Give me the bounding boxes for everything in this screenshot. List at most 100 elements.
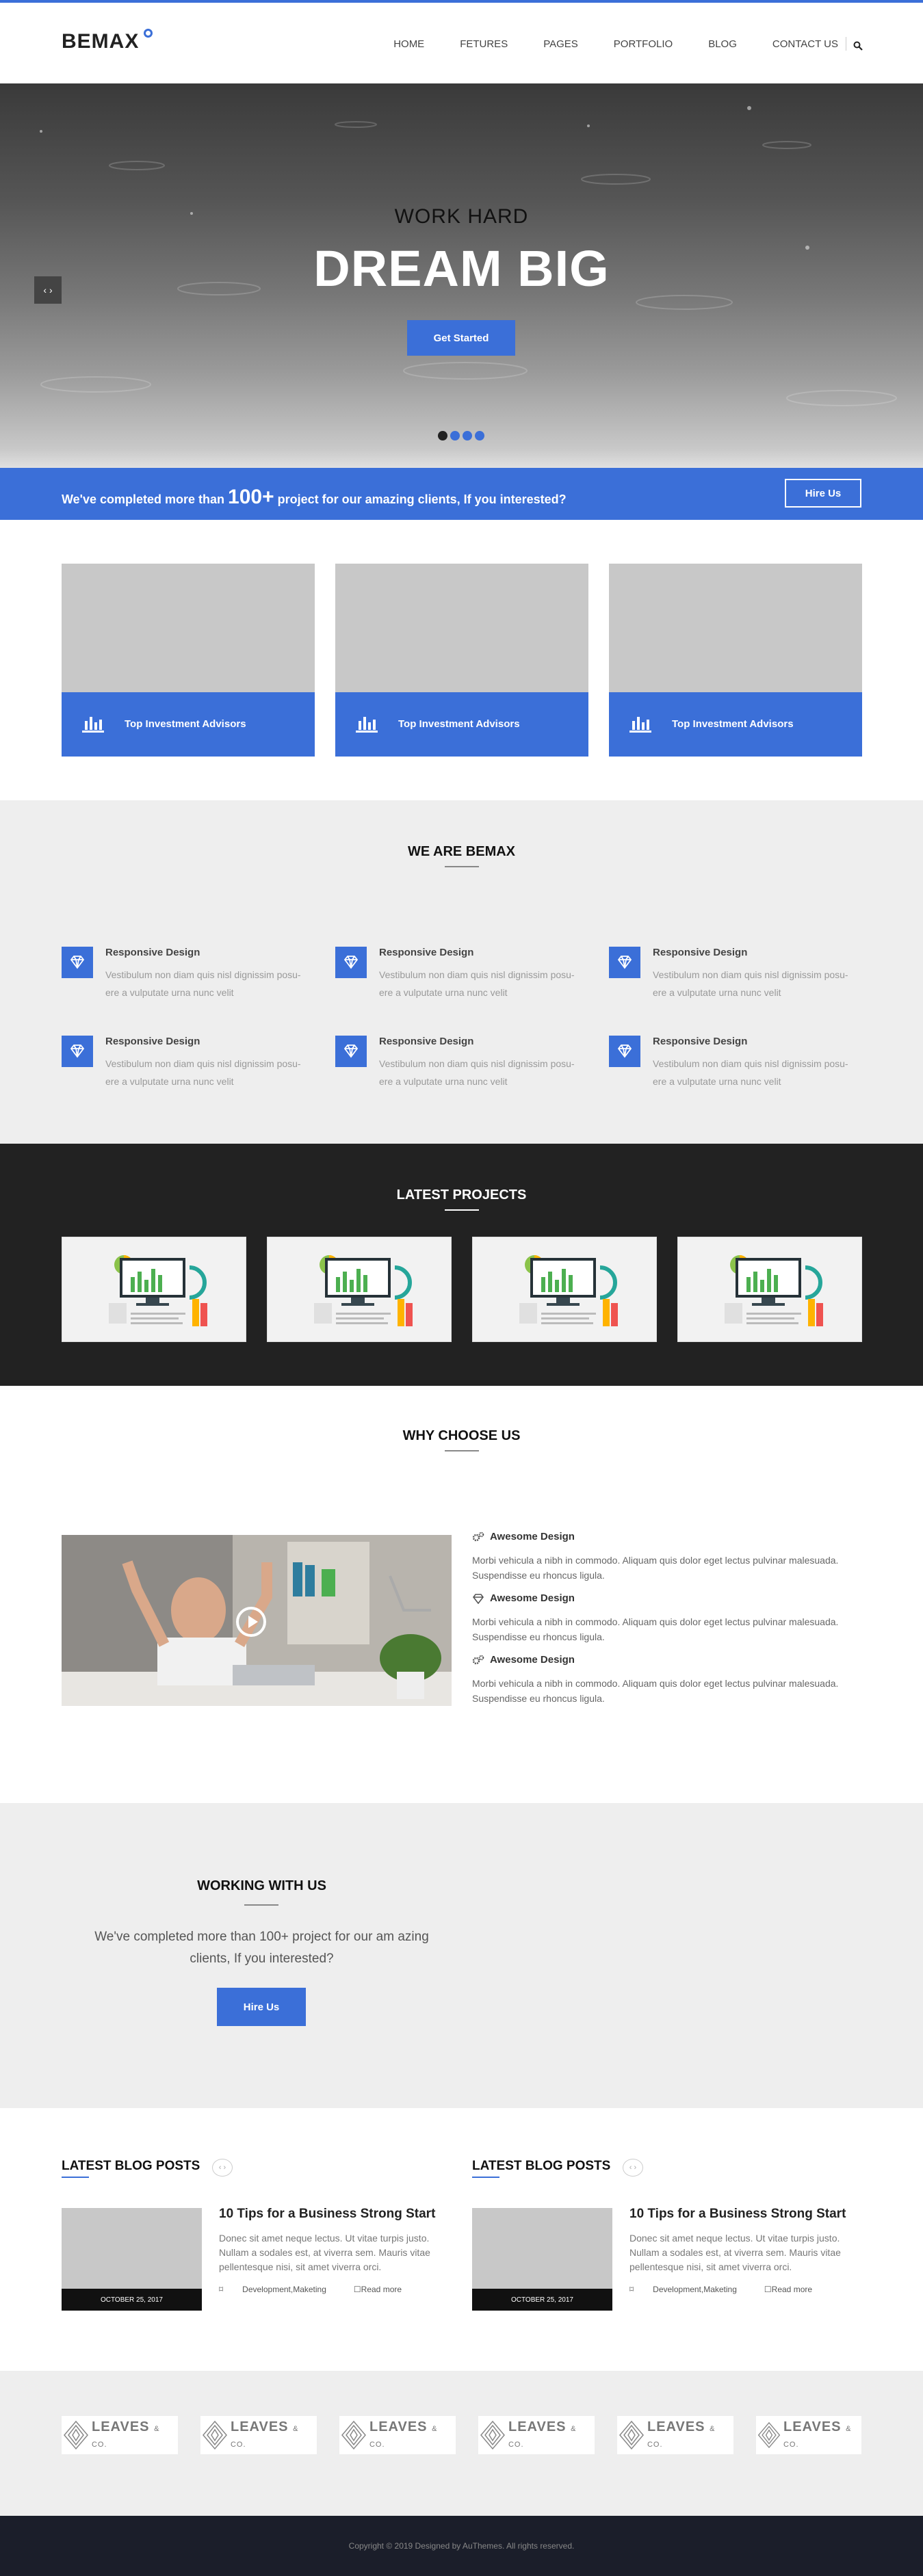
why-item-title: Awesome Design xyxy=(490,1592,575,1604)
why-choose-us-section: WHY CHOOSE US Awesome Design Morbi vehic… xyxy=(0,1386,923,1803)
read-more-link[interactable]: Read more xyxy=(361,2285,402,2294)
feature-text: Vestibulum non diam quis nisl dignissim … xyxy=(653,1058,848,1087)
slider-dot-1[interactable] xyxy=(438,431,447,441)
feature-text: Vestibulum non diam quis nisl dignissim … xyxy=(653,969,848,998)
feature-title: Responsive Design xyxy=(105,947,200,958)
post-meta: ⌑ Development,Maketing ☐Read more xyxy=(629,2285,831,2294)
post-title[interactable]: 10 Tips for a Business Strong Start xyxy=(629,2207,846,2222)
slider-dot-2[interactable] xyxy=(450,431,460,441)
heading-underline xyxy=(62,2177,89,2178)
why-item-text: Morbi vehicula a nibh in commodo. Aliqua… xyxy=(472,1616,839,1642)
leaves-logo-icon xyxy=(619,2420,644,2450)
nav-features[interactable]: FETURES xyxy=(460,38,508,50)
blog-column: LATEST BLOG POSTS ‹ › OCTOBER 25, 2017 1… xyxy=(472,2159,862,2323)
play-icon[interactable] xyxy=(236,1607,266,1637)
why-item: Awesome Design Morbi vehicula a nibh in … xyxy=(472,1592,862,1644)
project-illustration xyxy=(109,1255,207,1326)
working-text: We've completed more than 100+ project f… xyxy=(94,1930,429,1966)
client-logo[interactable]: LEAVES & CO. xyxy=(617,2416,733,2454)
slider-dot-4[interactable] xyxy=(475,431,484,441)
why-item: Awesome Design Morbi vehicula a nibh in … xyxy=(472,1531,862,1583)
client-name: LEAVES xyxy=(783,2419,842,2434)
leaves-logo-icon xyxy=(757,2421,781,2449)
nav-contact[interactable]: CONTACT US xyxy=(772,38,838,50)
card-footer: Top Investment Advisors xyxy=(62,692,315,757)
client-logo[interactable]: LEAVES & CO. xyxy=(478,2416,595,2454)
service-card[interactable]: Top Investment Advisors xyxy=(62,564,315,757)
read-more-link[interactable]: Read more xyxy=(772,2285,812,2294)
card-footer: Top Investment Advisors xyxy=(335,692,588,757)
feature-title: Responsive Design xyxy=(105,1036,200,1047)
client-logo[interactable]: LEAVES & CO. xyxy=(756,2416,861,2454)
card-label: Top Investment Advisors xyxy=(672,718,794,730)
comment-icon: ☐ xyxy=(353,2285,361,2294)
diamond-icon xyxy=(472,1594,484,1604)
card-image xyxy=(62,564,315,692)
bar-chart-icon xyxy=(629,717,651,733)
client-logo[interactable]: LEAVES & CO. xyxy=(339,2416,456,2454)
feature-text: Vestibulum non diam quis nisl dignissim … xyxy=(105,969,301,998)
logo-text: BEMAX xyxy=(62,30,140,53)
card-footer: Top Investment Advisors xyxy=(609,692,862,757)
nav-blog[interactable]: BLOG xyxy=(708,38,737,50)
diamond-icon xyxy=(335,1036,367,1067)
video-thumbnail[interactable] xyxy=(62,1535,452,1706)
service-card[interactable]: Top Investment Advisors xyxy=(335,564,588,757)
bar-chart-icon xyxy=(356,717,378,733)
feature-title: Responsive Design xyxy=(379,947,474,958)
post-meta: ⌑ Development,Maketing ☐Read more xyxy=(219,2285,421,2294)
blog-column: LATEST BLOG POSTS ‹ › OCTOBER 25, 2017 1… xyxy=(62,2159,452,2323)
client-logo[interactable]: LEAVES & CO. xyxy=(62,2416,178,2454)
get-started-button[interactable]: Get Started xyxy=(407,320,515,356)
gears-icon xyxy=(472,1532,484,1542)
blog-heading: LATEST BLOG POSTS xyxy=(62,2159,200,2173)
hero-subtitle: WORK HARD xyxy=(394,205,529,228)
blog-heading: LATEST BLOG POSTS xyxy=(472,2159,611,2173)
card-label: Top Investment Advisors xyxy=(398,718,520,730)
card-image xyxy=(609,564,862,692)
post-tags[interactable]: Development,Maketing xyxy=(653,2285,737,2294)
nav-home[interactable]: HOME xyxy=(393,38,424,50)
feature-text: Vestibulum non diam quis nisl dignissim … xyxy=(105,1058,301,1087)
blog-carousel-arrows[interactable]: ‹ › xyxy=(212,2159,233,2177)
nav-portfolio[interactable]: PORTFOLIO xyxy=(614,38,673,50)
leaves-logo-icon xyxy=(480,2420,505,2450)
hire-us-button[interactable]: Hire Us xyxy=(785,479,861,508)
promo-highlight: 100+ xyxy=(228,486,274,508)
brand-logo[interactable]: BEMAX xyxy=(62,29,153,53)
heading-underline xyxy=(472,2177,499,2178)
bar-chart-icon xyxy=(82,717,104,733)
service-card[interactable]: Top Investment Advisors xyxy=(609,564,862,757)
why-item: Awesome Design Morbi vehicula a nibh in … xyxy=(472,1654,862,1706)
search-icon[interactable] xyxy=(853,41,863,51)
feature-title: Responsive Design xyxy=(653,1036,748,1047)
why-item-title: Awesome Design xyxy=(490,1654,575,1666)
slider-dot-3[interactable] xyxy=(463,431,472,441)
title-underline xyxy=(445,1209,479,1211)
projects-section: LATEST PROJECTS xyxy=(0,1144,923,1386)
project-illustration xyxy=(519,1255,618,1326)
project-thumbnail[interactable] xyxy=(472,1237,657,1342)
feature-item: Responsive Design Vestibulum non diam qu… xyxy=(62,1036,315,1097)
leaves-logo-icon xyxy=(64,2420,88,2450)
project-thumbnail[interactable] xyxy=(267,1237,452,1342)
project-thumbnail[interactable] xyxy=(677,1237,862,1342)
diamond-icon xyxy=(609,947,640,978)
project-thumbnail[interactable] xyxy=(62,1237,246,1342)
diamond-icon xyxy=(62,1036,93,1067)
post-title[interactable]: 10 Tips for a Business Strong Start xyxy=(219,2207,435,2222)
card-image xyxy=(335,564,588,692)
hire-us-cta-button[interactable]: Hire Us xyxy=(217,1988,306,2026)
nav-pages[interactable]: PAGES xyxy=(543,38,578,50)
feature-title: Responsive Design xyxy=(653,947,748,958)
client-logos: LEAVES & CO. LEAVES & CO. LEAVES & CO. L… xyxy=(0,2371,923,2516)
client-logo[interactable]: LEAVES & CO. xyxy=(200,2416,317,2454)
post-tags[interactable]: Development,Maketing xyxy=(242,2285,326,2294)
gears-icon xyxy=(472,1655,484,1665)
blog-carousel-arrows[interactable]: ‹ › xyxy=(623,2159,643,2177)
feature-item: Responsive Design Vestibulum non diam qu… xyxy=(609,1036,862,1097)
post-date: OCTOBER 25, 2017 xyxy=(472,2289,612,2311)
service-cards: Top Investment Advisors Top Investment A… xyxy=(62,564,862,757)
feature-item: Responsive Design Vestibulum non diam qu… xyxy=(62,947,315,1008)
working-title: WORKING WITH US xyxy=(197,1878,326,1893)
